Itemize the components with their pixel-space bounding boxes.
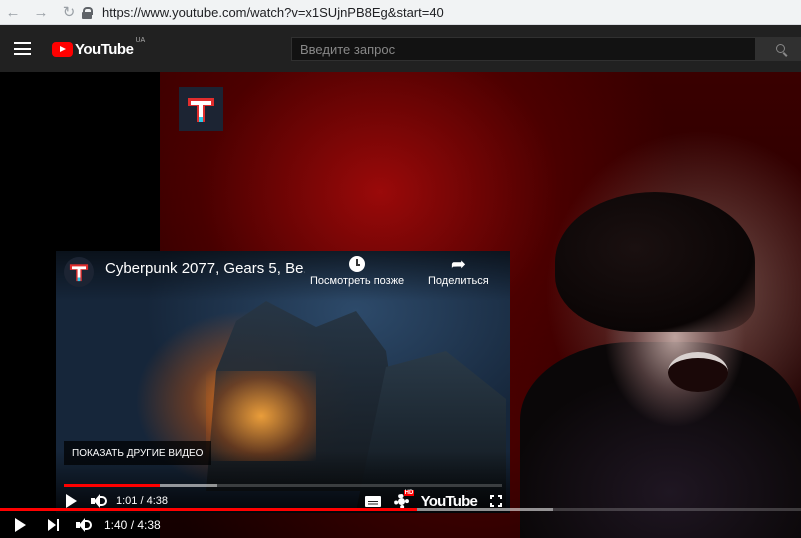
embed-progress-bar[interactable]: [64, 484, 502, 487]
youtube-play-icon: [52, 41, 73, 57]
channel-logo-icon: [69, 262, 90, 283]
hd-badge: HD: [403, 489, 415, 496]
subtitles-icon[interactable]: [364, 495, 381, 507]
settings-button[interactable]: HD: [393, 489, 415, 509]
embedded-player[interactable]: Cyberpunk 2077, Gears 5, Be... Посмотрет…: [56, 251, 510, 513]
fullscreen-icon[interactable]: [490, 495, 502, 507]
youtube-watermark[interactable]: YouTube: [421, 493, 478, 510]
video-figure-hair: [555, 192, 755, 332]
volume-icon[interactable]: [91, 494, 107, 508]
forward-button[interactable]: →: [30, 0, 52, 25]
volume-icon[interactable]: [76, 518, 92, 532]
back-button[interactable]: ←: [2, 0, 24, 25]
channel-logo-icon: [186, 94, 216, 124]
arrow-right-icon: →: [33, 3, 49, 21]
share-icon: ➦: [450, 254, 466, 274]
watch-later-label: Посмотреть позже: [310, 275, 405, 287]
channel-watermark[interactable]: [179, 87, 223, 131]
youtube-header: YouTube UA Введите запрос: [0, 25, 801, 72]
reload-button[interactable]: ↻: [58, 0, 80, 25]
search-input[interactable]: Введите запрос: [291, 37, 756, 61]
url-text: https://www.youtube.com/watch?v=x1SUjnPB…: [102, 5, 444, 20]
search-button[interactable]: [756, 37, 801, 61]
lock-icon: [82, 6, 93, 19]
embed-channel-avatar[interactable]: [64, 257, 94, 287]
embed-frame-fire: [206, 371, 316, 461]
embed-time: 1:01 / 4:38: [116, 495, 168, 507]
search-placeholder: Введите запрос: [300, 41, 396, 57]
region-code: UA: [135, 37, 146, 44]
embed-video-title[interactable]: Cyberpunk 2077, Gears 5, Be...: [105, 260, 305, 277]
gear-icon: [393, 493, 409, 509]
share-button[interactable]: ➦ Поделиться: [428, 253, 489, 287]
search-icon: [776, 44, 785, 53]
arrow-left-icon: ←: [5, 3, 21, 21]
main-played-bar: [0, 508, 417, 511]
share-label: Поделиться: [428, 275, 489, 287]
next-icon[interactable]: [48, 519, 60, 531]
youtube-logo[interactable]: YouTube UA: [52, 37, 146, 59]
logo-text: YouTube: [75, 40, 134, 58]
browser-toolbar: ← → ↻ https://www.youtube.com/watch?v=x1…: [0, 0, 801, 25]
video-figure-mouth: [668, 352, 728, 392]
hamburger-icon[interactable]: [14, 42, 31, 55]
embed-played-bar: [64, 484, 161, 487]
main-video-player[interactable]: Cyberpunk 2077, Gears 5, Be... Посмотрет…: [0, 72, 801, 538]
clock-icon: [349, 256, 366, 272]
play-icon[interactable]: [15, 518, 26, 532]
more-videos-label: ПОКАЗАТЬ ДРУГИЕ ВИДЕО: [72, 447, 204, 459]
watch-later-button[interactable]: Посмотреть позже: [310, 253, 404, 287]
main-progress-bar[interactable]: [0, 508, 801, 511]
play-icon[interactable]: [66, 494, 77, 508]
main-controls: 1:40 / 4:38: [0, 512, 801, 538]
main-time: 1:40 / 4:38: [104, 518, 161, 532]
address-bar[interactable]: https://www.youtube.com/watch?v=x1SUjnPB…: [82, 2, 801, 23]
more-videos-button[interactable]: ПОКАЗАТЬ ДРУГИЕ ВИДЕО: [64, 441, 212, 465]
reload-icon: ↻: [62, 4, 76, 21]
